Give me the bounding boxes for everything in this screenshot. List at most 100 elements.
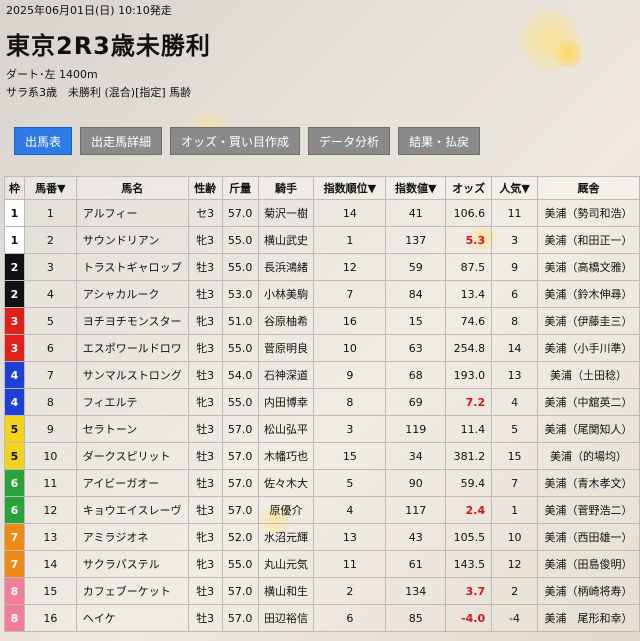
table-row[interactable]: 8 15 カフェブーケット 牡3 57.0 横山和生 2 134 3.7 2 美浦（柄崎将寿） — [4, 577, 640, 605]
col-index-rank-sort[interactable]: 指数順位▼ — [313, 176, 387, 200]
waku-badge: 5 — [4, 415, 25, 443]
horse-name[interactable]: カフェブーケット — [75, 577, 189, 605]
index-rank: 4 — [313, 496, 387, 524]
table-row[interactable]: 1 1 アルフィー セ3 57.0 菊沢一樹 14 41 106.6 11 美浦（勢司和浩） — [4, 199, 640, 227]
horse-name[interactable]: フィエルテ — [75, 388, 189, 416]
index-value: 59 — [385, 253, 447, 281]
jockey-name: 横山和生 — [257, 577, 315, 605]
jockey-name: 丸山元気 — [257, 550, 315, 578]
carried-weight: 54.0 — [221, 361, 259, 389]
index-rank: 13 — [313, 523, 387, 551]
table-row[interactable]: 4 7 サンマルストロング 牡3 54.0 石神深道 9 68 193.0 13 美浦（土田稔） — [4, 361, 640, 389]
table-row[interactable]: 3 5 ヨチヨチモンスター 牝3 51.0 谷原柚希 16 15 74.6 8 美浦（伊藤圭三） — [4, 307, 640, 335]
horse-number: 5 — [23, 307, 77, 335]
table-row[interactable]: 1 2 サウンドリアン 牝3 55.0 横山武史 1 137 5.3 3 美浦（和田正一） — [4, 226, 640, 254]
jockey-name: 横山武史 — [257, 226, 315, 254]
table-row[interactable]: 5 10 ダークスピリット 牡3 57.0 木幡巧也 15 34 381.2 15 美浦（的場均） — [4, 442, 640, 470]
tab-data-analysis[interactable]: データ分析 — [308, 127, 391, 155]
horse-name[interactable]: アミラジオネ — [75, 523, 189, 551]
sex-age: 牡3 — [187, 253, 223, 281]
sex-age: 牝3 — [187, 550, 223, 578]
sex-age: 牡3 — [187, 496, 223, 524]
table-header-row: 枠 馬番▼ 馬名 性齢 斤量 騎手 指数順位▼ 指数値▼ オッズ 人気▼ 厩舎 — [4, 176, 640, 200]
horse-number: 3 — [23, 253, 77, 281]
carried-weight: 51.0 — [221, 307, 259, 335]
tab-results-payouts[interactable]: 結果・払戻 — [398, 127, 481, 155]
waku-badge: 5 — [4, 442, 25, 470]
table-row[interactable]: 3 6 エスポワールドロワ 牝3 55.0 菅原明良 10 63 254.8 14 美浦（小手川準） — [4, 334, 640, 362]
index-value: 15 — [385, 307, 447, 335]
horse-name[interactable]: サクラパステル — [75, 550, 189, 578]
carried-weight: 57.0 — [221, 496, 259, 524]
horse-name[interactable]: アシャカルーク — [75, 280, 189, 308]
horse-number: 7 — [23, 361, 77, 389]
horse-name[interactable]: キョウエイスレーヴ — [75, 496, 189, 524]
horse-name[interactable]: ヨチヨチモンスター — [75, 307, 189, 335]
col-number-sort[interactable]: 馬番▼ — [23, 176, 77, 200]
index-rank: 12 — [313, 253, 387, 281]
jockey-name: 菊沢一樹 — [257, 199, 315, 227]
index-value: 61 — [385, 550, 447, 578]
waku-badge: 7 — [4, 550, 25, 578]
index-value: 68 — [385, 361, 447, 389]
odds-value: 59.4 — [445, 469, 493, 497]
horse-number: 2 — [23, 226, 77, 254]
popularity: 14 — [491, 334, 539, 362]
table-row[interactable]: 7 13 アミラジオネ 牝3 52.0 水沼元輝 13 43 105.5 10 美浦（西田雄一） — [4, 523, 640, 551]
carried-weight: 57.0 — [221, 442, 259, 470]
popularity: 13 — [491, 361, 539, 389]
table-row[interactable]: 8 16 ヘイケ 牡3 57.0 田辺裕信 6 85 -4.0 -4 美浦 尾形和幸） — [4, 604, 640, 632]
table-row[interactable]: 4 8 フィエルテ 牝3 55.0 内田博幸 8 69 7.2 4 美浦（中舘英二） — [4, 388, 640, 416]
odds-value: 13.4 — [445, 280, 493, 308]
sex-age: 牡3 — [187, 442, 223, 470]
popularity: 12 — [491, 550, 539, 578]
horse-name[interactable]: エスポワールドロワ — [75, 334, 189, 362]
popularity: 9 — [491, 253, 539, 281]
horse-name[interactable]: ダークスピリット — [75, 442, 189, 470]
tab-entries[interactable]: 出馬表 — [14, 127, 73, 155]
tab-odds-betting[interactable]: オッズ・買い目作成 — [170, 127, 301, 155]
horse-number: 6 — [23, 334, 77, 362]
waku-badge: 8 — [4, 577, 25, 605]
odds-value: 7.2 — [445, 388, 493, 416]
table-row[interactable]: 5 9 セラトーン 牡3 57.0 松山弘平 3 119 11.4 5 美浦（尾関知人） — [4, 415, 640, 443]
table-row[interactable]: 2 4 アシャカルーク 牡3 53.0 小林美駒 7 84 13.4 6 美浦（鈴木伸尋） — [4, 280, 640, 308]
tab-horse-details[interactable]: 出走馬詳細 — [80, 127, 163, 155]
horse-name[interactable]: サンマルストロング — [75, 361, 189, 389]
odds-value: 2.4 — [445, 496, 493, 524]
horse-name[interactable]: サウンドリアン — [75, 226, 189, 254]
horse-number: 11 — [23, 469, 77, 497]
table-row[interactable]: 2 3 トラストギャロップ 牡3 55.0 長浜鴻緒 12 59 87.5 9 美浦（高橋文雅） — [4, 253, 640, 281]
carried-weight: 57.0 — [221, 469, 259, 497]
col-horse-name: 馬名 — [75, 176, 189, 200]
waku-badge: 4 — [4, 361, 25, 389]
horse-number: 16 — [23, 604, 77, 632]
table-row[interactable]: 6 11 アイビーガオー 牡3 57.0 佐々木大 5 90 59.4 7 美浦（青木孝文） — [4, 469, 640, 497]
stable-name: 美浦（尾関知人） — [537, 415, 640, 443]
horse-name[interactable]: アイビーガオー — [75, 469, 189, 497]
horse-name[interactable]: セラトーン — [75, 415, 189, 443]
horse-name[interactable]: アルフィー — [75, 199, 189, 227]
col-popularity-sort[interactable]: 人気▼ — [491, 176, 539, 200]
jockey-name: 小林美駒 — [257, 280, 315, 308]
table-row[interactable]: 6 12 キョウエイスレーヴ 牡3 57.0 原優介 4 117 2.4 1 美浦（菅野浩二） — [4, 496, 640, 524]
carried-weight: 55.0 — [221, 253, 259, 281]
index-value: 43 — [385, 523, 447, 551]
waku-badge: 8 — [4, 604, 25, 632]
popularity: 1 — [491, 496, 539, 524]
table-row[interactable]: 7 14 サクラパステル 牝3 55.0 丸山元気 11 61 143.5 12 美浦（田島俊明） — [4, 550, 640, 578]
index-value: 134 — [385, 577, 447, 605]
col-index-value-sort[interactable]: 指数値▼ — [385, 176, 447, 200]
horse-name[interactable]: トラストギャロップ — [75, 253, 189, 281]
stable-name: 美浦（西田雄一） — [537, 523, 640, 551]
odds-value: 106.6 — [445, 199, 493, 227]
horse-name[interactable]: ヘイケ — [75, 604, 189, 632]
index-rank: 10 — [313, 334, 387, 362]
stable-name: 美浦（和田正一） — [537, 226, 640, 254]
odds-value: 5.3 — [445, 226, 493, 254]
sex-age: 牡3 — [187, 604, 223, 632]
carried-weight: 55.0 — [221, 226, 259, 254]
col-waku: 枠 — [4, 176, 25, 200]
entries-table: 枠 馬番▼ 馬名 性齢 斤量 騎手 指数順位▼ 指数値▼ オッズ 人気▼ 厩舎 … — [4, 176, 640, 632]
odds-value: 254.8 — [445, 334, 493, 362]
